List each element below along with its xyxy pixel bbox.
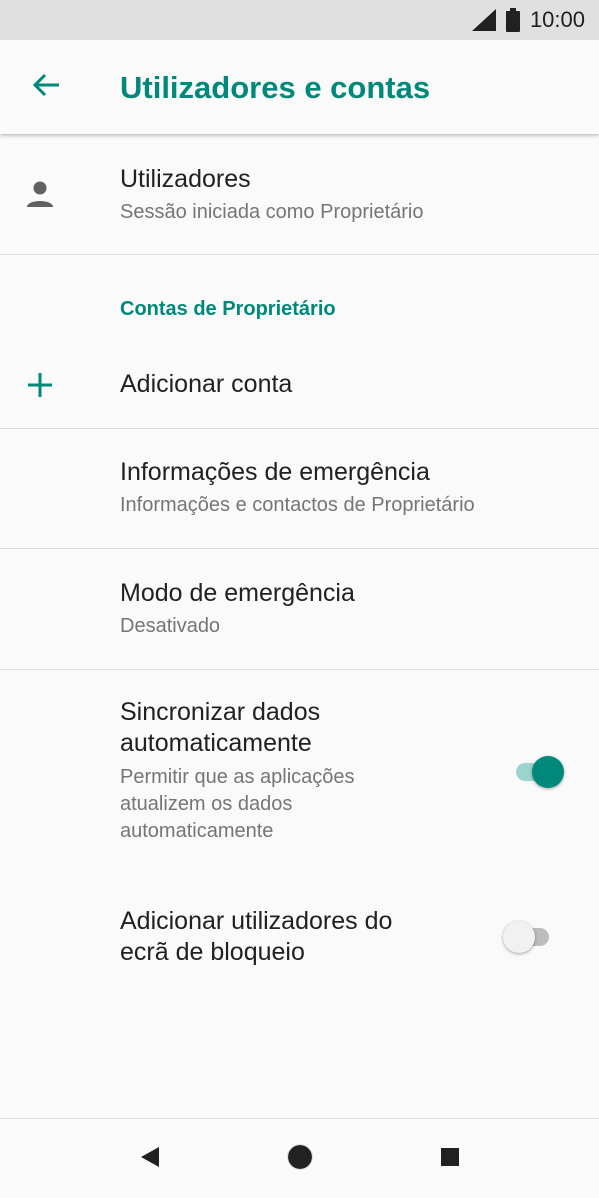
nav-back-button[interactable]: [130, 1139, 170, 1179]
auto-sync-item[interactable]: Sincronizar dados automaticamente Permit…: [0, 670, 599, 870]
auto-sync-toggle[interactable]: [512, 752, 564, 792]
users-title: Utilizadores: [120, 165, 251, 193]
status-time: 10:00: [529, 7, 585, 32]
signal-icon: [471, 9, 496, 31]
section-header-owner-accounts: Contas de Proprietário: [120, 298, 336, 320]
emergency-info-subtitle: Informações e contactos de Proprietário: [120, 494, 475, 516]
plus-icon: [26, 371, 54, 399]
page-title: Utilizadores e contas: [120, 70, 431, 105]
users-item[interactable]: Utilizadores Sessão iniciada como Propri…: [0, 134, 599, 254]
status-bar: 10:00: [0, 0, 599, 40]
users-subtitle: Sessão iniciada como Proprietário: [120, 201, 424, 223]
toggle-thumb: [532, 756, 564, 788]
lockscreen-users-item[interactable]: Adicionar utilizadores do ecrã de bloque…: [0, 894, 599, 1004]
back-triangle-icon: [139, 1145, 161, 1174]
lockscreen-users-toggle[interactable]: [503, 917, 553, 957]
recents-square-icon: [440, 1147, 460, 1172]
emergency-info-item[interactable]: Informações de emergência Informações e …: [0, 429, 599, 549]
emergency-mode-subtitle: Desativado: [120, 615, 221, 637]
back-button[interactable]: [16, 57, 76, 117]
app-bar: Utilizadores e contas: [0, 40, 599, 134]
auto-sync-subtitle-line1: Permitir que as aplicações: [120, 766, 355, 788]
nav-home-button[interactable]: [280, 1139, 320, 1179]
emergency-mode-item[interactable]: Modo de emergência Desativado: [0, 549, 599, 669]
nav-recents-button[interactable]: [430, 1139, 470, 1179]
toggle-thumb: [503, 921, 535, 953]
add-account-item[interactable]: Adicionar conta: [0, 349, 599, 429]
emergency-info-title: Informações de emergência: [120, 458, 430, 486]
auto-sync-title-line2: automaticamente: [120, 729, 312, 757]
battery-icon: [505, 8, 520, 32]
auto-sync-subtitle-line2: atualizem os dados: [120, 793, 293, 815]
arrow-left-icon: [32, 73, 60, 102]
emergency-mode-title: Modo de emergência: [120, 579, 355, 607]
home-circle-icon: [286, 1143, 314, 1176]
auto-sync-subtitle-line3: automaticamente: [120, 820, 274, 842]
add-account-title: Adicionar conta: [120, 370, 293, 398]
person-icon: [24, 178, 56, 210]
auto-sync-title-line1: Sincronizar dados: [120, 698, 321, 726]
lockscreen-users-title-line2: ecrã de bloqueio: [120, 938, 305, 966]
lockscreen-users-title-line1: Adicionar utilizadores do: [120, 907, 393, 935]
navigation-bar: [0, 1118, 599, 1198]
divider: [0, 254, 599, 255]
